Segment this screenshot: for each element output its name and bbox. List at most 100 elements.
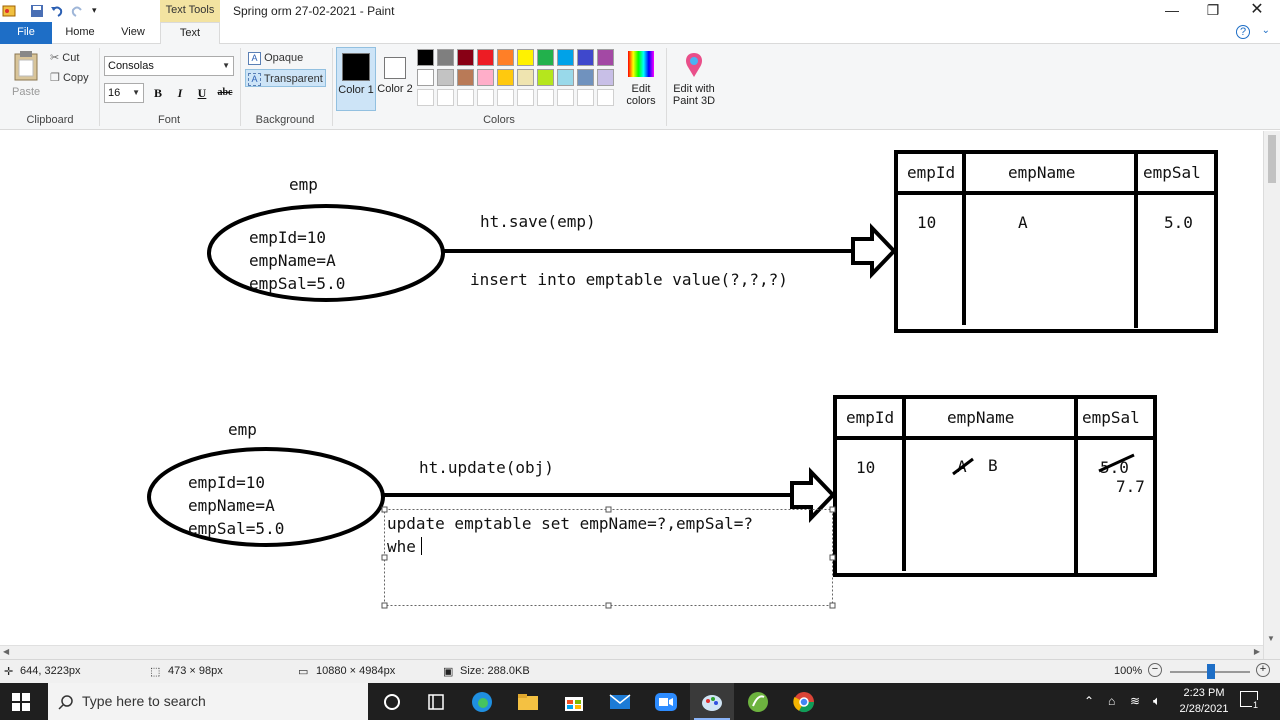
chrome-icon[interactable] bbox=[792, 690, 816, 714]
widgets-icon[interactable] bbox=[424, 690, 448, 714]
palette-swatch[interactable] bbox=[577, 69, 594, 86]
scroll-thumb[interactable] bbox=[1268, 135, 1276, 183]
store-icon[interactable] bbox=[562, 690, 586, 714]
resize-handle[interactable] bbox=[829, 602, 836, 609]
ribbon-collapse-icon[interactable]: ⌄ bbox=[1262, 25, 1270, 36]
cut-button[interactable]: ✂ Cut bbox=[50, 49, 79, 67]
palette-swatch[interactable] bbox=[557, 69, 574, 86]
tab-home[interactable]: Home bbox=[52, 22, 108, 44]
taskbar-search-box[interactable]: Type here to search bbox=[48, 683, 368, 720]
d2-sql-line1[interactable]: update emptable set empName=?,empSal=? bbox=[387, 514, 753, 533]
custom-color-slot[interactable] bbox=[517, 89, 534, 106]
palette-swatch[interactable] bbox=[517, 69, 534, 86]
save-icon[interactable] bbox=[30, 4, 44, 18]
edit-colors-button[interactable]: Edit colors bbox=[622, 49, 662, 109]
custom-color-slot[interactable] bbox=[417, 89, 434, 106]
volume-icon[interactable]: 🔈︎ bbox=[1153, 693, 1161, 709]
palette-swatch[interactable] bbox=[457, 49, 474, 66]
spring-tool-icon[interactable] bbox=[746, 690, 770, 714]
italic-button[interactable]: I bbox=[171, 84, 189, 102]
tray-overflow-icon[interactable]: ⌃ bbox=[1084, 694, 1094, 708]
palette-swatch[interactable] bbox=[517, 49, 534, 66]
palette-swatch[interactable] bbox=[477, 49, 494, 66]
underline-button[interactable]: U bbox=[193, 84, 211, 102]
edge-browser-icon[interactable] bbox=[470, 690, 494, 714]
canvas-drawing[interactable]: emp empId=10 empName=A empSal=5.0 ht.sav… bbox=[0, 131, 1263, 645]
clipboard-group-label: Clipboard bbox=[26, 114, 74, 126]
task-view-icon[interactable] bbox=[380, 690, 404, 714]
vertical-scrollbar[interactable]: ▲ ▼ bbox=[1263, 131, 1280, 659]
custom-color-slot[interactable] bbox=[597, 89, 614, 106]
color1-button[interactable]: Color 1 bbox=[336, 47, 376, 111]
resize-handle[interactable] bbox=[829, 554, 836, 561]
palette-swatch[interactable] bbox=[597, 69, 614, 86]
resize-handle[interactable] bbox=[829, 506, 836, 513]
d2-sql-line2[interactable]: whe bbox=[387, 537, 416, 556]
zoom-app-icon[interactable] bbox=[654, 690, 678, 714]
transparent-button[interactable]: A Transparent bbox=[245, 69, 326, 87]
resize-handle[interactable] bbox=[605, 506, 612, 513]
color1-label: Color 1 bbox=[338, 84, 374, 96]
paste-button[interactable]: Paste bbox=[8, 48, 44, 100]
resize-handle[interactable] bbox=[381, 602, 388, 609]
palette-swatch[interactable] bbox=[537, 69, 554, 86]
bold-button[interactable]: B bbox=[149, 84, 167, 102]
zoom-out-icon[interactable]: − bbox=[1148, 663, 1162, 677]
drawing-canvas[interactable]: emp empId=10 empName=A empSal=5.0 ht.sav… bbox=[0, 131, 1280, 659]
palette-swatch[interactable] bbox=[477, 69, 494, 86]
scroll-right-icon[interactable]: ▶ bbox=[1254, 647, 1260, 656]
network-icon[interactable]: ⌂ bbox=[1108, 694, 1115, 708]
clock-date[interactable]: 2/28/2021 bbox=[1176, 703, 1232, 715]
redo-icon[interactable] bbox=[70, 4, 84, 18]
scroll-down-icon[interactable]: ▼ bbox=[1267, 634, 1275, 643]
copy-button[interactable]: ❐ Copy bbox=[50, 69, 89, 87]
font-size-select[interactable]: 16 ▼ bbox=[104, 83, 144, 103]
palette-swatch[interactable] bbox=[437, 49, 454, 66]
custom-color-slot[interactable] bbox=[477, 89, 494, 106]
palette-swatch[interactable] bbox=[417, 49, 434, 66]
opaque-label: Opaque bbox=[264, 52, 304, 64]
undo-icon[interactable] bbox=[50, 4, 64, 18]
zoom-in-icon[interactable]: + bbox=[1256, 663, 1270, 677]
palette-swatch[interactable] bbox=[497, 69, 514, 86]
palette-swatch[interactable] bbox=[557, 49, 574, 66]
minimize-button[interactable]: — bbox=[1149, 0, 1195, 22]
scroll-left-icon[interactable]: ◀ bbox=[3, 647, 9, 656]
wifi-icon[interactable]: ≋ bbox=[1130, 694, 1140, 708]
resize-handle[interactable] bbox=[605, 602, 612, 609]
resize-handle[interactable] bbox=[381, 506, 388, 513]
tab-view[interactable]: View bbox=[108, 22, 158, 44]
palette-swatch[interactable] bbox=[457, 69, 474, 86]
custom-color-slot[interactable] bbox=[457, 89, 474, 106]
color2-button[interactable]: Color 2 bbox=[377, 47, 413, 111]
help-icon[interactable]: ? bbox=[1236, 25, 1250, 39]
customize-qat-icon[interactable]: ▾ bbox=[92, 5, 106, 19]
windows-start-icon[interactable] bbox=[12, 693, 30, 711]
tab-text[interactable]: Text bbox=[160, 22, 220, 44]
canvas-size-icon: ▭ bbox=[298, 666, 309, 678]
custom-color-slot[interactable] bbox=[557, 89, 574, 106]
file-explorer-icon[interactable] bbox=[516, 690, 540, 714]
custom-color-slot[interactable] bbox=[497, 89, 514, 106]
strikethrough-button[interactable]: abc bbox=[214, 84, 236, 102]
palette-swatch[interactable] bbox=[417, 69, 434, 86]
font-family-select[interactable]: Consolas ▼ bbox=[104, 56, 234, 76]
palette-swatch[interactable] bbox=[537, 49, 554, 66]
custom-color-slot[interactable] bbox=[437, 89, 454, 106]
edit-paint3d-button[interactable]: Edit with Paint 3D bbox=[670, 49, 718, 109]
paint-taskbar-button[interactable] bbox=[690, 683, 734, 720]
opaque-button[interactable]: A Opaque bbox=[246, 49, 326, 67]
palette-swatch[interactable] bbox=[437, 69, 454, 86]
custom-color-slot[interactable] bbox=[577, 89, 594, 106]
palette-swatch[interactable] bbox=[597, 49, 614, 66]
custom-color-slot[interactable] bbox=[537, 89, 554, 106]
palette-swatch[interactable] bbox=[497, 49, 514, 66]
restore-button[interactable]: ❐ bbox=[1190, 0, 1236, 22]
tab-file[interactable]: File bbox=[0, 22, 52, 44]
close-button[interactable]: ✕ bbox=[1234, 0, 1280, 22]
clock-time[interactable]: 2:23 PM bbox=[1180, 687, 1228, 699]
zoom-slider-thumb[interactable] bbox=[1207, 664, 1215, 679]
horizontal-scrollbar[interactable]: ◀ ▶ bbox=[0, 645, 1263, 659]
palette-swatch[interactable] bbox=[577, 49, 594, 66]
mail-icon[interactable] bbox=[608, 690, 632, 714]
